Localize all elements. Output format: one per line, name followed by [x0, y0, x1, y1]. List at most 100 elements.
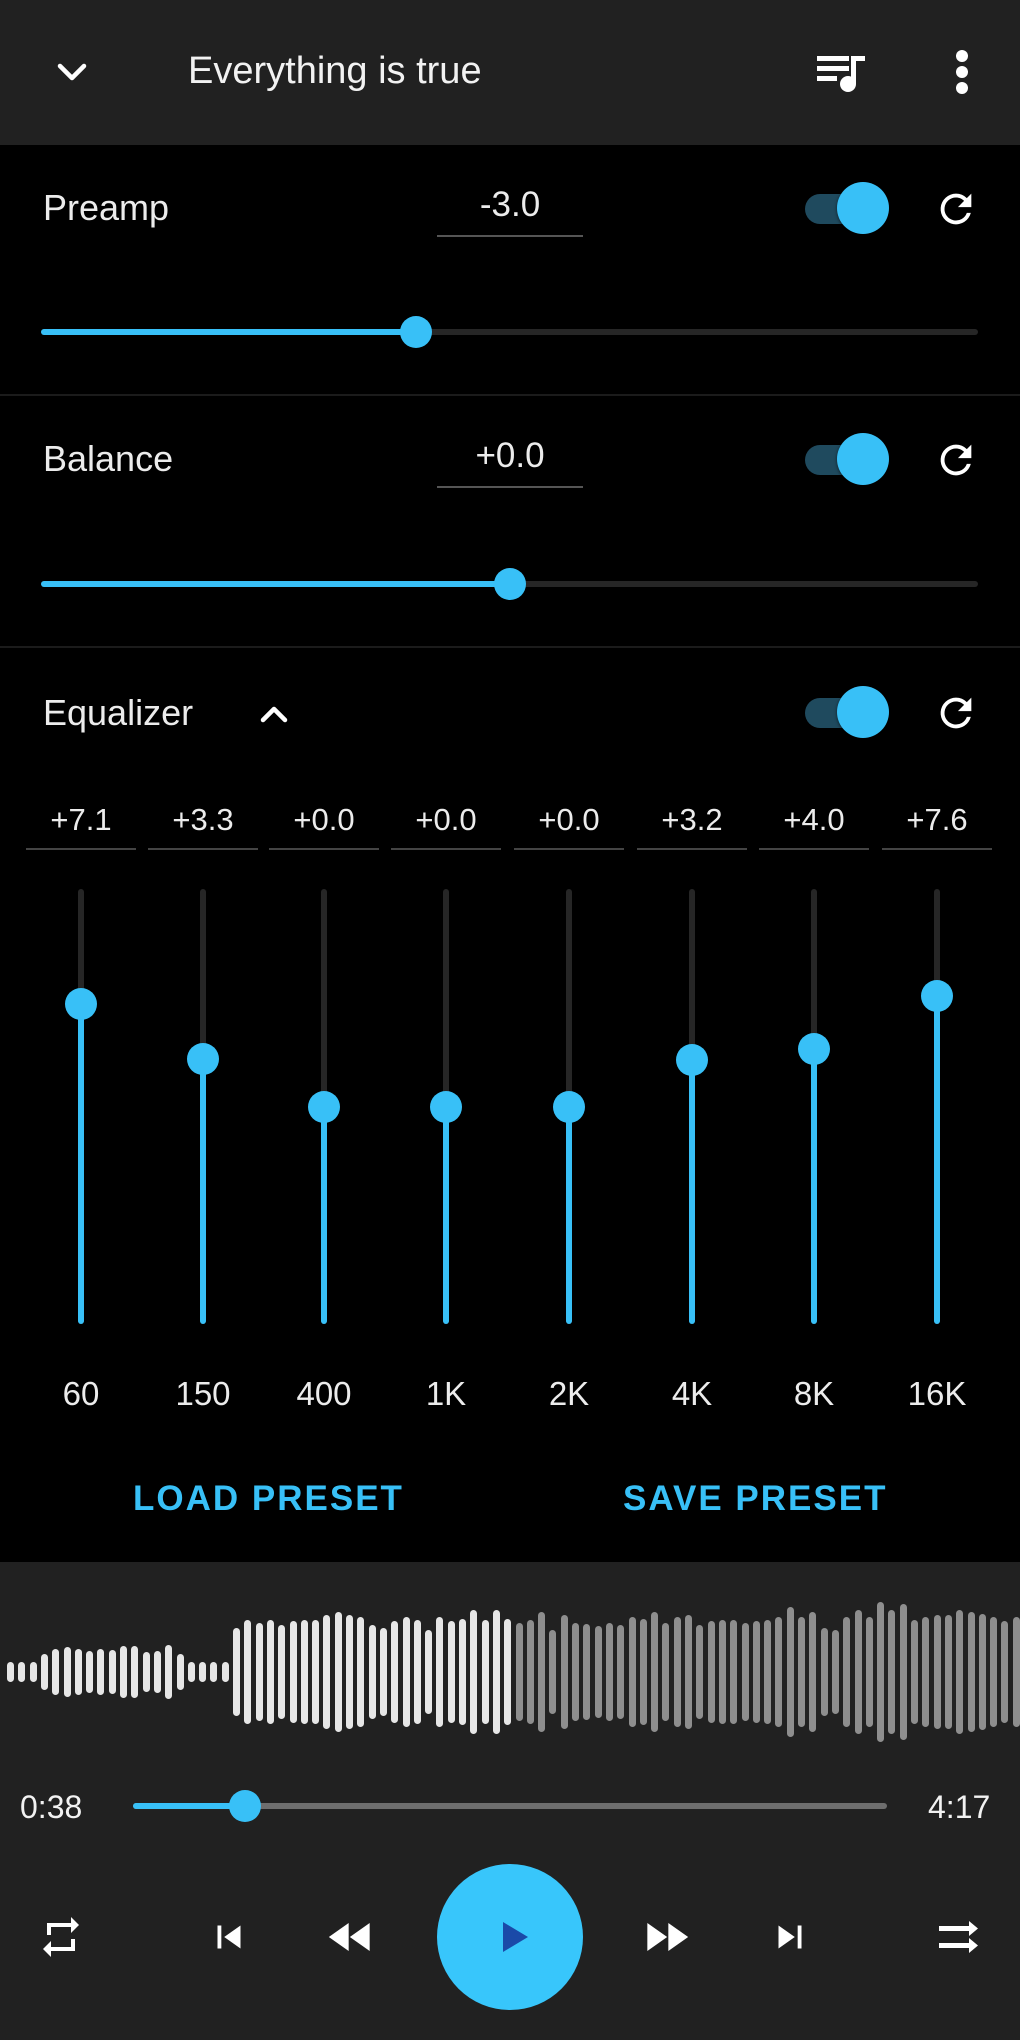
fast-rewind-button[interactable]: [316, 1902, 386, 1972]
waveform-bar: [120, 1646, 127, 1698]
collapse-button[interactable]: [42, 42, 102, 102]
waveform-bar: [854, 1609, 862, 1735]
save-preset-button[interactable]: SAVE PRESET: [623, 1479, 887, 1519]
waveform-bar: [775, 1617, 783, 1727]
progress-thumb[interactable]: [228, 1790, 261, 1822]
waveform-bar: [956, 1609, 964, 1735]
waveform-bar: [97, 1648, 105, 1696]
eq-band-slider[interactable]: [173, 889, 233, 1324]
eq-band-slider[interactable]: [294, 889, 354, 1324]
eq-band-value[interactable]: +3.2: [637, 802, 747, 850]
preamp-toggle[interactable]: [803, 182, 889, 234]
slider-thumb[interactable]: [308, 1090, 340, 1123]
equalizer-toggle[interactable]: [803, 686, 889, 738]
waveform-bar: [289, 1621, 297, 1723]
queue-button[interactable]: [808, 42, 876, 102]
waveform-bar: [379, 1627, 387, 1717]
waveform-bar: [312, 1620, 320, 1724]
waveform-bar: [323, 1614, 331, 1730]
slider-thumb[interactable]: [493, 568, 526, 600]
slider-fill: [78, 1003, 84, 1324]
waveform-bar: [176, 1653, 184, 1691]
eq-band-value[interactable]: +0.0: [269, 802, 379, 850]
repeat-button[interactable]: [26, 1902, 96, 1972]
eq-band-slider[interactable]: [51, 889, 111, 1324]
waveform-bar: [108, 1650, 116, 1694]
collapse-equalizer-button[interactable]: [250, 692, 298, 736]
preamp-slider[interactable]: [41, 312, 978, 352]
waveform-bar: [560, 1614, 568, 1730]
balance-reset-button[interactable]: [928, 432, 984, 488]
waveform-bar: [255, 1622, 263, 1722]
repeat-icon: [43, 1917, 79, 1957]
waveform-bar: [990, 1617, 998, 1727]
slider-thumb[interactable]: [676, 1044, 708, 1077]
waveform-bar: [515, 1622, 523, 1722]
waveform-bar: [40, 1653, 48, 1691]
eq-band-frequency: 4K: [671, 1375, 713, 1412]
waveform-bar: [368, 1625, 376, 1719]
slider-fill: [934, 996, 940, 1324]
fast-forward-button[interactable]: [631, 1902, 701, 1972]
chevron-up-icon: [260, 706, 288, 723]
waveform-bar: [831, 1630, 839, 1714]
eq-band-slider[interactable]: [784, 889, 844, 1324]
waveform-seekbar[interactable]: [0, 1592, 1020, 1752]
load-preset-button[interactable]: LOAD PRESET: [133, 1479, 404, 1519]
eq-band-value[interactable]: +7.1: [26, 802, 136, 850]
skip-previous-button[interactable]: [194, 1902, 264, 1972]
waveform-bar: [820, 1627, 828, 1717]
refresh-icon: [940, 697, 972, 729]
slider-fill: [41, 329, 416, 335]
shuffle-button[interactable]: [924, 1902, 994, 1972]
waveform-bar: [594, 1626, 602, 1718]
eq-band-slider[interactable]: [416, 889, 476, 1324]
slider-fill: [566, 1106, 572, 1324]
more-options-button[interactable]: [936, 42, 988, 102]
progress-fill: [133, 1803, 245, 1809]
waveform-bar: [244, 1620, 252, 1724]
slider-thumb[interactable]: [553, 1090, 585, 1123]
eq-band-value[interactable]: +7.6: [882, 802, 992, 850]
waveform-bar: [187, 1661, 195, 1683]
waveform-bar: [843, 1617, 851, 1727]
balance-section: Balance +0.0: [0, 396, 1020, 648]
waveform-bar: [504, 1618, 512, 1726]
waveform-bar: [459, 1618, 466, 1726]
eq-band-value[interactable]: +0.0: [391, 802, 501, 850]
play-button[interactable]: [437, 1864, 583, 2010]
slider-fill: [443, 1106, 449, 1324]
slider-thumb[interactable]: [187, 1042, 219, 1075]
waveform-bar: [944, 1614, 952, 1730]
slider-thumb[interactable]: [399, 316, 432, 348]
waveform-bar: [413, 1620, 421, 1724]
eq-band-value[interactable]: +4.0: [759, 802, 869, 850]
waveform-bar: [481, 1620, 489, 1724]
eq-band-slider[interactable]: [662, 889, 722, 1324]
waveform-bar: [1001, 1621, 1009, 1723]
balance-value-field[interactable]: +0.0: [437, 436, 583, 488]
eq-band-frequency: 8K: [793, 1375, 835, 1412]
waveform-bar: [786, 1607, 794, 1737]
progress-slider[interactable]: [133, 1790, 887, 1822]
slider-thumb[interactable]: [921, 980, 953, 1013]
waveform-bar: [549, 1630, 557, 1714]
waveform-bar: [470, 1609, 478, 1735]
slider-fill: [811, 1048, 817, 1324]
preamp-reset-button[interactable]: [928, 181, 984, 237]
waveform-bar: [266, 1620, 274, 1724]
eq-band-value[interactable]: +0.0: [514, 802, 624, 850]
eq-band-slider[interactable]: [539, 889, 599, 1324]
balance-toggle[interactable]: [803, 433, 889, 485]
balance-slider[interactable]: [41, 564, 978, 604]
eq-band-value[interactable]: +3.3: [148, 802, 258, 850]
waveform-bar: [538, 1612, 546, 1732]
slider-thumb[interactable]: [65, 987, 97, 1020]
slider-thumb[interactable]: [430, 1090, 462, 1123]
eq-band-slider[interactable]: [907, 889, 967, 1324]
preamp-value-field[interactable]: -3.0: [437, 185, 583, 237]
slider-thumb[interactable]: [798, 1032, 830, 1065]
preamp-section: Preamp -3.0: [0, 145, 1020, 396]
equalizer-reset-button[interactable]: [928, 685, 984, 741]
skip-next-button[interactable]: [755, 1902, 825, 1972]
